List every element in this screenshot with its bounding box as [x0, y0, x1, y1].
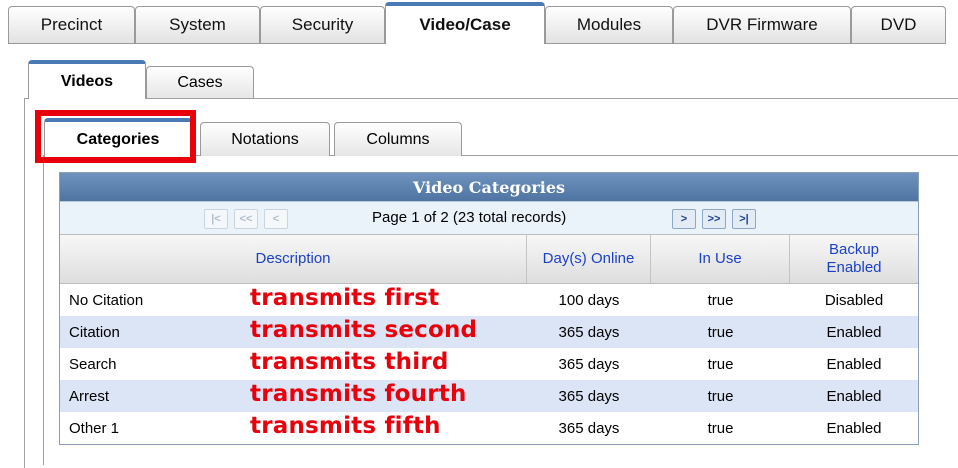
video-categories-grid: Video Categories |< << < Page 1 of 2 (23… [59, 172, 919, 445]
tab-columns[interactable]: Columns [334, 122, 462, 156]
row-description: Other 1 [69, 419, 120, 437]
row-backup-enabled: Disabled [824, 291, 884, 309]
tab-notations[interactable]: Notations [200, 122, 330, 156]
table-row[interactable]: Arrest transmits fourth 365 days true Ena… [60, 380, 918, 412]
row-days-online: 365 days [558, 323, 620, 341]
tab-cases[interactable]: Cases [146, 66, 254, 98]
tab-security[interactable]: Security [260, 6, 385, 43]
table-row[interactable]: Citation transmits second 365 days true E… [60, 316, 918, 348]
next-icon[interactable]: > [672, 209, 696, 229]
row-in-use: true [707, 291, 734, 309]
row-description: No Citation [69, 291, 144, 309]
row-days-online: 365 days [558, 387, 620, 405]
row-in-use: true [707, 355, 734, 373]
row-backup-enabled: Enabled [826, 355, 882, 373]
row-description: Arrest [69, 387, 110, 405]
first-page-icon[interactable]: |< [204, 209, 228, 229]
column-header-days-online[interactable]: Day(s) Online [527, 235, 651, 283]
highlight-box [35, 110, 196, 163]
column-header-description[interactable]: Description [60, 235, 527, 283]
row-backup-enabled: Enabled [826, 419, 882, 437]
row-in-use: true [707, 419, 734, 437]
row-description: Citation [69, 323, 120, 341]
row-backup-enabled: Enabled [826, 387, 882, 405]
row-annotation: transmits fifth [250, 413, 441, 439]
row-in-use: true [707, 387, 734, 405]
table-row[interactable]: No Citation transmits first 100 days true… [60, 284, 918, 316]
tab-system[interactable]: System [135, 6, 260, 43]
grid-title: Video Categories [60, 173, 918, 201]
row-days-online: 100 days [558, 291, 620, 309]
table-row[interactable]: Search transmits third 365 days true Enab… [60, 348, 918, 380]
row-in-use: true [707, 323, 734, 341]
row-annotation: transmits second [250, 317, 478, 343]
tab-precinct[interactable]: Precinct [8, 6, 135, 43]
next-page-icon[interactable]: >> [702, 209, 726, 229]
pager-status: Page 1 of 2 (23 total records) [372, 209, 567, 226]
row-days-online: 365 days [558, 355, 620, 373]
column-header-backup-enabled[interactable]: Backup Enabled [790, 235, 918, 283]
tab-dvr-firmware[interactable]: DVR Firmware [673, 6, 851, 43]
previous-page-icon[interactable]: << [234, 209, 258, 229]
table-row[interactable]: Other 1 transmits fifth 365 days true Ena… [60, 412, 918, 444]
grid-header: Description Day(s) Online In Use Backup E… [60, 234, 918, 284]
tab-video-case[interactable]: Video/Case [385, 2, 545, 44]
tab-dvd[interactable]: DVD [851, 6, 946, 43]
row-annotation: transmits first [250, 285, 440, 311]
tab-modules[interactable]: Modules [545, 6, 673, 43]
row-description: Search [69, 355, 117, 373]
row-backup-enabled: Enabled [826, 323, 882, 341]
last-page-icon[interactable]: >| [732, 209, 756, 229]
pager: |< << < Page 1 of 2 (23 total records) >… [60, 201, 918, 234]
row-days-online: 365 days [558, 419, 620, 437]
tab-videos[interactable]: Videos [28, 60, 146, 99]
column-header-in-use[interactable]: In Use [651, 235, 790, 283]
previous-icon[interactable]: < [264, 209, 288, 229]
row-annotation: transmits fourth [250, 381, 467, 407]
row-annotation: transmits third [250, 349, 449, 375]
